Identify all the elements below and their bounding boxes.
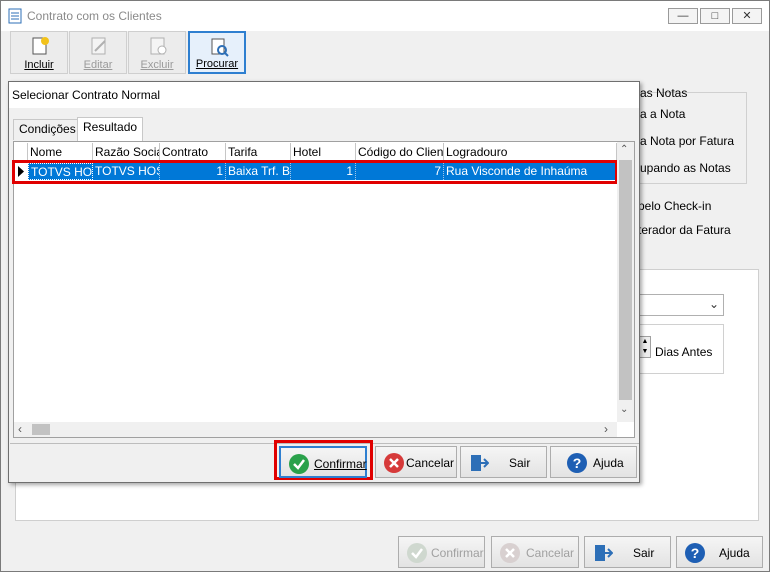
col-tarifa-label: Tarifa	[228, 145, 258, 159]
minimize-button[interactable]: —	[668, 8, 698, 24]
incluir-button[interactable]: Incluir	[10, 31, 68, 74]
dialog-title: Selecionar Contrato Normal	[12, 88, 161, 102]
incluir-label: Incluir	[24, 59, 54, 71]
footer-ajuda-label: Ajuda	[719, 546, 750, 560]
sair-label: Sair	[509, 456, 531, 470]
select-contract-dialog: Selecionar Contrato Normal Condições Res…	[8, 81, 640, 483]
col-tarifa[interactable]: Tarifa	[226, 143, 291, 161]
vertical-scroll-thumb[interactable]	[619, 160, 632, 400]
help-icon: ?	[685, 543, 705, 563]
vertical-scrollbar[interactable]: ⌃ ⌄	[617, 142, 634, 422]
close-icon: ✕	[742, 10, 752, 22]
check-icon	[289, 454, 309, 474]
horizontal-scroll-thumb[interactable]	[32, 424, 50, 435]
col-hotel-label: Hotel	[293, 145, 322, 159]
col-codigo-cliente[interactable]: Código do Cliente	[356, 143, 444, 161]
notes-group-title: as Notas	[640, 86, 688, 100]
col-nome[interactable]: Nome	[28, 143, 93, 161]
result-grid: Nome Razão Social Contrato Tarifa Hotel …	[12, 141, 635, 438]
search-document-icon	[209, 37, 229, 57]
delete-document-icon	[148, 36, 168, 56]
chevron-down-icon: ⌄	[708, 297, 719, 311]
footer-confirmar-label: Confirmar	[431, 546, 484, 560]
horizontal-scrollbar[interactable]: ‹ ›	[14, 422, 617, 437]
tab-condicoes[interactable]: Condições	[13, 119, 82, 140]
checkin-checkbox-label[interactable]: pelo Check-in	[638, 199, 711, 213]
exit-door-icon	[593, 543, 614, 563]
col-razao-social-label: Razão Social	[95, 145, 160, 159]
ajuda-button[interactable]: ? Ajuda	[550, 446, 637, 478]
editar-button[interactable]: Editar	[69, 31, 127, 74]
lower-dropdown[interactable]: ⌄	[629, 294, 724, 316]
cancel-icon	[384, 453, 404, 473]
window-title: Contrato com os Clientes	[27, 9, 162, 23]
new-document-icon	[30, 36, 50, 56]
col-logradouro-label: Logradouro	[446, 145, 508, 159]
procurar-button[interactable]: Procurar	[188, 31, 246, 74]
cancelar-label: Cancelar	[406, 456, 455, 470]
tab-condicoes-label: Condições	[19, 122, 76, 136]
confirmar-button[interactable]: Confirmar	[279, 446, 367, 478]
col-hotel[interactable]: Hotel	[291, 143, 356, 161]
editar-label: Editar	[83, 59, 113, 71]
col-razao-social[interactable]: Razão Social	[93, 143, 160, 161]
minimize-icon: —	[677, 10, 689, 22]
row-highlight-frame	[12, 160, 618, 184]
maximize-icon: □	[711, 10, 719, 22]
row-indicator-header	[14, 143, 28, 161]
col-codigo-cliente-label: Código do Cliente	[358, 145, 444, 159]
scroll-right-icon[interactable]: ›	[604, 422, 608, 436]
col-contrato[interactable]: Contrato	[160, 143, 226, 161]
excluir-button[interactable]: Excluir	[128, 31, 186, 74]
sair-button[interactable]: Sair	[460, 446, 547, 478]
col-logradouro[interactable]: Logradouro	[444, 143, 617, 161]
col-contrato-label: Contrato	[162, 145, 209, 159]
notes-option-1[interactable]: a a Nota	[640, 107, 685, 121]
footer-confirmar-button[interactable]: Confirmar	[398, 536, 485, 568]
exit-door-icon	[469, 453, 490, 473]
footer-cancelar-button[interactable]: Cancelar	[491, 536, 579, 568]
dias-antes-label: Dias Antes	[655, 345, 713, 359]
cancel-icon	[500, 543, 520, 563]
scroll-left-icon[interactable]: ‹	[18, 422, 22, 436]
maximize-button[interactable]: □	[700, 8, 730, 24]
footer-sair-button[interactable]: Sair	[584, 536, 671, 568]
confirmar-label: Confirmar	[314, 457, 367, 471]
footer-sair-label: Sair	[633, 546, 655, 560]
scroll-down-icon[interactable]: ⌄	[620, 404, 628, 415]
title-bar: Contrato com os Clientes — □ ✕	[1, 1, 769, 31]
help-icon: ?	[567, 453, 587, 473]
edit-document-icon	[89, 36, 109, 56]
check-icon	[407, 543, 427, 563]
invoice-checkbox-label[interactable]: terador da Fatura	[638, 223, 731, 237]
notes-option-3[interactable]: upando as Notas	[640, 161, 731, 175]
excluir-label: Excluir	[140, 59, 174, 71]
app-icon	[8, 8, 22, 24]
close-button[interactable]: ✕	[732, 8, 762, 24]
ajuda-label: Ajuda	[593, 456, 624, 470]
days-spinner[interactable]: ▲ ▼	[639, 336, 651, 358]
procurar-label: Procurar	[195, 58, 239, 70]
tab-resultado[interactable]: Resultado	[77, 117, 144, 141]
dialog-title-bar: Selecionar Contrato Normal	[9, 82, 639, 108]
notes-option-2[interactable]: a Nota por Fatura	[640, 134, 734, 148]
col-nome-label: Nome	[30, 145, 63, 159]
cancelar-button[interactable]: Cancelar	[375, 446, 457, 478]
footer-cancelar-label: Cancelar	[526, 546, 575, 560]
footer-ajuda-button[interactable]: ? Ajuda	[676, 536, 763, 568]
scroll-up-icon[interactable]: ⌃	[620, 144, 628, 155]
tab-resultado-label: Resultado	[83, 120, 138, 134]
